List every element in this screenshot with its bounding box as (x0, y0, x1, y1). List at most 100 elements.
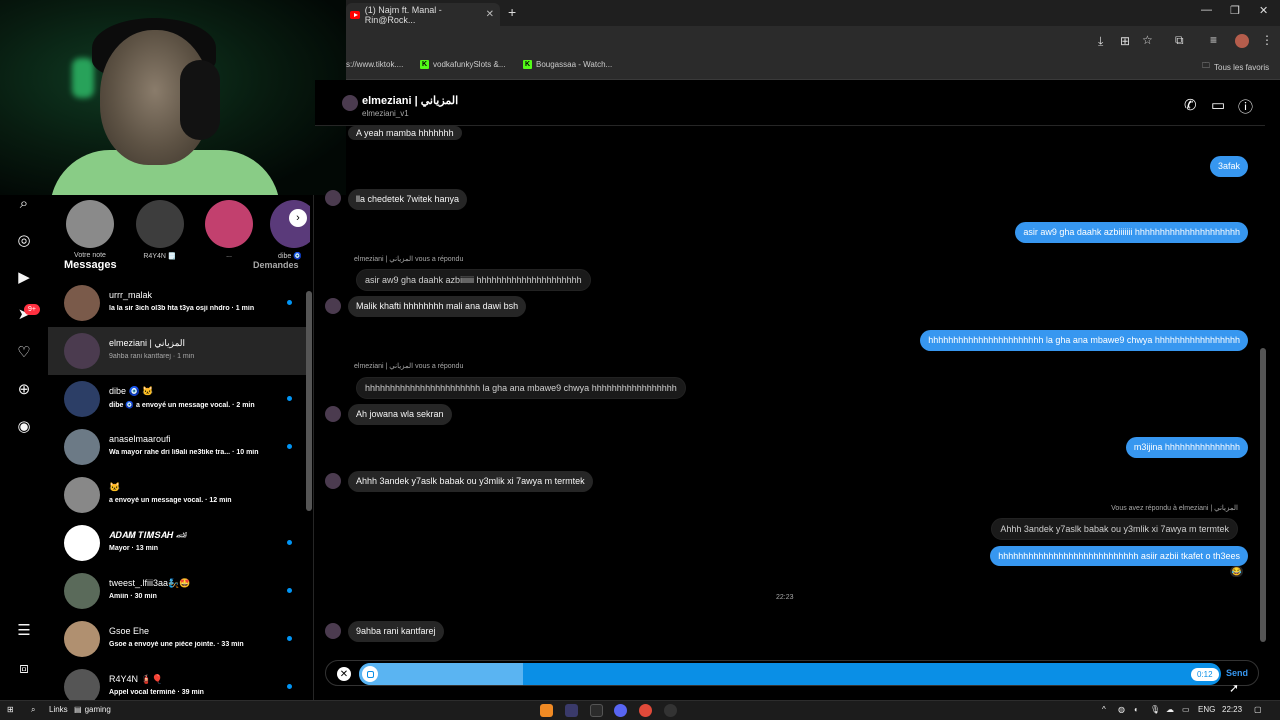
outgoing-message[interactable]: 3afak (1209, 156, 1248, 177)
panel-scrollbar[interactable] (306, 291, 312, 511)
restore-button[interactable]: ❐ (1230, 4, 1240, 17)
app-icon[interactable] (664, 704, 677, 717)
conversation-item[interactable]: 🐱 a envoyé un message vocal. · 12 min (48, 471, 306, 519)
send-button[interactable]: Send (1226, 668, 1248, 678)
note-item[interactable]: dibe 🧿 (270, 200, 310, 260)
chevron-right-icon[interactable]: › (289, 209, 307, 227)
note-item[interactable]: ... (201, 200, 257, 259)
incoming-message[interactable]: Ahhh 3andek y7aslk babak ou y3mlik xi 7a… (348, 471, 593, 492)
conversation-item[interactable]: urrr_malak la la sir 3ich ol3b hta t3ya o… (48, 279, 306, 327)
onedrive-icon[interactable]: ☁ (1166, 705, 1174, 714)
unread-dot (287, 300, 292, 305)
explore-icon[interactable]: ◎ (14, 230, 34, 250)
conversation-item[interactable]: dibe 🧿 🐱 dibe 🧿 a envoyé un message vocal… (48, 375, 306, 423)
chrome-icon[interactable] (639, 704, 652, 717)
bookmark-kick-1[interactable]: K vodkafunkySlots &... (420, 60, 505, 69)
headset (180, 60, 220, 140)
network-icon[interactable]: ▭ (1182, 705, 1190, 714)
incoming-message[interactable]: lla chedetek 7witek hanya (348, 189, 468, 210)
new-tab-button[interactable]: + (508, 4, 516, 20)
clock[interactable]: 22:23 (1222, 705, 1242, 714)
app-icon[interactable] (565, 704, 578, 717)
reels-icon[interactable]: ▶ (14, 267, 34, 287)
reply-label: elmeziani | المزياني vous a répondu (354, 363, 464, 370)
heart-icon[interactable]: ♡ (14, 342, 34, 362)
conversation-item[interactable]: anaselmaaroufi Wa mayor rahe dri li9ali n… (48, 423, 306, 471)
outgoing-message[interactable]: hhhhhhhhhhhhhhhhhhhhhhhhhhhh asiir azbii… (990, 546, 1248, 566)
outgoing-message[interactable]: m3ijina hhhhhhhhhhhhhhh (1125, 437, 1248, 458)
create-icon[interactable]: ⊕ (14, 379, 34, 399)
chat-username: elmeziani_v1 (362, 109, 409, 118)
note-item[interactable]: R4Y4N 🗒️ (132, 200, 188, 260)
stop-recording-button[interactable] (362, 666, 378, 682)
recording-duration: 0:12 (1191, 668, 1219, 681)
outgoing-message[interactable]: hhhhhhhhhhhhhhhhhhhhhhh la gha ana mbawe… (920, 330, 1248, 351)
links-toolbar[interactable]: Links (49, 705, 68, 714)
tray-chevron-icon[interactable]: ^ (1102, 705, 1106, 714)
chat-scrollbar[interactable] (1260, 348, 1266, 642)
sender-avatar[interactable] (325, 473, 341, 489)
browser-tab[interactable]: (1) Najm ft. Manal - Rin@Rock... ✕ (346, 3, 500, 26)
sender-avatar[interactable] (325, 298, 341, 314)
sender-avatar[interactable] (325, 406, 341, 422)
conversation-preview: Wa mayor rahe dri li9ali ne3tike tra... … (109, 449, 259, 456)
conversation-item[interactable]: tweest_.lfiii3aa🧞🤩 Amiin · 30 min (48, 567, 306, 615)
chat-name[interactable]: elmeziani | المزياني (362, 94, 458, 107)
replied-message[interactable]: hhhhhhhhhhhhhhhhhhhhhhh la gha ana mbawe… (356, 377, 686, 399)
replied-message[interactable]: asir aw9 gha daahk azbiiiiiii hhhhhhhhhh… (356, 269, 591, 291)
conversation-name: anaselmaaroufi (109, 434, 171, 444)
app-icon[interactable] (590, 704, 603, 717)
taskbar-search-icon[interactable]: ⌕ (31, 705, 35, 715)
also-from-meta-icon[interactable]: ⧈ (14, 658, 34, 678)
tray-icon[interactable]: ◍ (1118, 705, 1125, 714)
incoming-message[interactable]: Malik khafti hhhhhhhh mali ana dawi bsh (348, 296, 527, 317)
sender-avatar[interactable] (325, 623, 341, 639)
requests-link[interactable]: Demandes (253, 260, 299, 270)
menu-icon[interactable]: ☰ (14, 620, 34, 640)
profile-icon[interactable]: ◉ (14, 416, 34, 436)
replied-message[interactable]: Ahhh 3andek y7aslk babak ou y3mlik xi 7a… (991, 518, 1238, 540)
download-icon[interactable]: ⤓ (1098, 34, 1103, 49)
conversation-item[interactable]: Gsoe Ehe Gsoe a envoyé une pièce jointe. … (48, 615, 306, 663)
windows-start-icon[interactable]: ⊞ (7, 705, 14, 714)
conversation-item[interactable]: 𝑨𝑫𝑨𝑴 𝑻𝑰𝑴𝑺𝑨𝑯 🏎 Mayor · 13 min (48, 519, 306, 567)
note-avatar (66, 200, 114, 248)
file-icon: ▤ (74, 705, 82, 714)
outgoing-message[interactable]: asir aw9 gha daahk azbiiiiiii hhhhhhhhhh… (1015, 222, 1248, 243)
chat-avatar[interactable] (342, 95, 358, 111)
discord-icon[interactable] (614, 704, 627, 717)
tab-close-icon[interactable]: ✕ (486, 9, 494, 20)
incoming-message[interactable]: A yeah mamba hhhhhhh (348, 126, 462, 140)
profile-avatar[interactable] (1235, 34, 1249, 48)
menu-icon[interactable]: ⋮ (1261, 33, 1273, 47)
info-icon[interactable]: ⓘ (1238, 96, 1253, 117)
sender-avatar[interactable] (325, 190, 341, 206)
star-icon[interactable]: ☆ (1142, 33, 1153, 47)
video-call-icon[interactable]: ▭ (1211, 96, 1225, 114)
notification-center-icon[interactable]: ▢ (1254, 705, 1262, 714)
avatar (64, 285, 100, 321)
bookmark-kick-2[interactable]: K Bougassaa - Watch... (523, 60, 612, 69)
incoming-message[interactable]: 9ahba rani kantfarej (348, 621, 444, 642)
reply-label: Vous avez répondu à elmeziani | المزياني (1111, 505, 1238, 512)
all-bookmarks[interactable]: 🗀 Tous les favoris (1202, 60, 1269, 74)
app-icon[interactable] (540, 704, 553, 717)
search-icon[interactable]: ⌕ (14, 193, 34, 213)
extensions-icon[interactable]: ⧉ (1175, 33, 1184, 48)
translate-icon[interactable]: ⊞ (1120, 34, 1130, 48)
conversation-preview: 9ahba rani kantfarej · 1 min (109, 353, 195, 360)
gaming-folder[interactable]: ▤ gaming (74, 705, 111, 714)
minimize-button[interactable]: — (1201, 4, 1212, 16)
conversation-item[interactable]: elmeziani | المزياني 9ahba rani kantfarej… (48, 327, 306, 375)
phone-icon[interactable]: ✆ (1184, 96, 1197, 114)
incoming-message[interactable]: Ah jowana wla sekran (348, 404, 452, 425)
cancel-recording-button[interactable]: ✕ (337, 667, 351, 681)
media-icon[interactable]: ≡ (1210, 33, 1217, 47)
reaction-emoji[interactable]: 😂 (1230, 566, 1243, 577)
close-window-button[interactable]: ✕ (1259, 4, 1268, 17)
tray-icon[interactable]: ◐ (1134, 705, 1139, 714)
microphone-icon[interactable]: 🎙 (1150, 705, 1160, 714)
note-own[interactable]: Votre note (62, 200, 118, 259)
language-indicator[interactable]: ENG (1198, 705, 1215, 714)
bookmark-tiktok[interactable]: s://www.tiktok.... (346, 60, 403, 69)
